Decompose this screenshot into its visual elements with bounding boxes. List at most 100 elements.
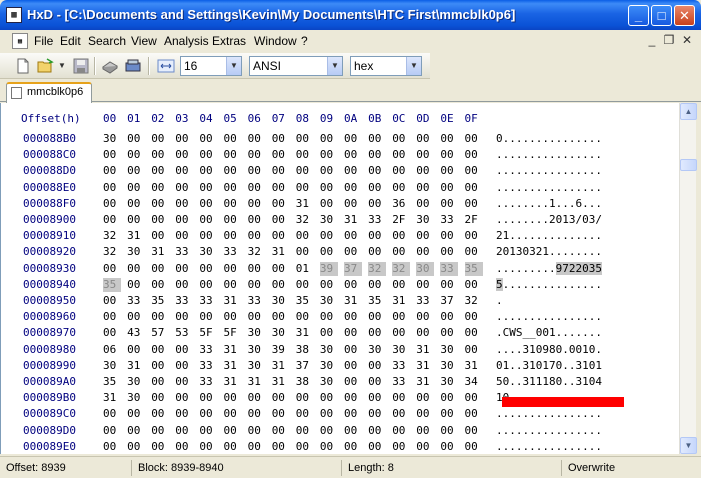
hex-byte[interactable]: 00: [368, 197, 386, 211]
hex-byte[interactable]: 33: [368, 213, 386, 227]
ascii-text[interactable]: ................: [496, 424, 602, 437]
hex-byte[interactable]: 00: [175, 164, 193, 178]
ascii-text[interactable]: 50..311180..3104: [496, 375, 602, 388]
ascii-text[interactable]: 20130321........: [496, 245, 602, 258]
hex-byte[interactable]: 00: [103, 262, 121, 276]
hex-byte[interactable]: 00: [320, 326, 338, 340]
hex-byte[interactable]: 37: [440, 294, 458, 308]
hex-byte[interactable]: 00: [224, 407, 242, 421]
hex-byte[interactable]: 00: [151, 164, 169, 178]
hex-byte[interactable]: 00: [127, 148, 145, 162]
hex-byte[interactable]: 43: [127, 326, 145, 340]
hex-byte[interactable]: 00: [151, 440, 169, 454]
hex-byte[interactable]: 00: [465, 407, 483, 421]
ascii-text[interactable]: .........9722035: [496, 261, 602, 275]
hex-byte[interactable]: 00: [344, 148, 362, 162]
hex-byte[interactable]: 00: [320, 424, 338, 438]
hex-byte[interactable]: 00: [392, 326, 410, 340]
hex-byte[interactable]: 35: [103, 375, 121, 389]
hex-byte[interactable]: 00: [199, 440, 217, 454]
hex-byte[interactable]: 00: [296, 229, 314, 243]
open-dropdown-arrow-icon[interactable]: ▼: [58, 61, 66, 70]
open-folder-icon[interactable]: [37, 57, 55, 75]
hex-byte[interactable]: 00: [272, 310, 290, 324]
hex-byte[interactable]: 00: [440, 278, 458, 292]
hex-byte[interactable]: 31: [103, 391, 121, 405]
hex-byte[interactable]: 00: [344, 326, 362, 340]
hex-byte[interactable]: 00: [392, 245, 410, 259]
mdi-close-button[interactable]: ✕: [680, 33, 694, 47]
hex-byte[interactable]: 32: [392, 261, 411, 276]
hex-byte[interactable]: 00: [151, 343, 169, 357]
hex-byte[interactable]: 33: [248, 294, 266, 308]
hex-byte[interactable]: 00: [344, 245, 362, 259]
hex-byte[interactable]: 00: [368, 407, 386, 421]
ascii-text[interactable]: ....310980.0010.: [496, 343, 602, 356]
hex-byte[interactable]: 00: [175, 278, 193, 292]
hex-byte[interactable]: 30: [248, 359, 266, 373]
hex-byte[interactable]: 00: [224, 132, 242, 146]
hex-byte[interactable]: 00: [465, 164, 483, 178]
scrollbar-thumb[interactable]: [680, 159, 697, 171]
hex-byte[interactable]: 00: [175, 359, 193, 373]
hex-byte[interactable]: 00: [320, 245, 338, 259]
ascii-text[interactable]: ................: [496, 407, 602, 420]
hex-byte[interactable]: 30: [392, 343, 410, 357]
hex-byte[interactable]: 00: [320, 181, 338, 195]
hex-byte[interactable]: 00: [465, 229, 483, 243]
hex-byte[interactable]: 00: [199, 278, 217, 292]
menu-edit[interactable]: Edit: [60, 34, 81, 48]
new-file-icon[interactable]: [14, 57, 32, 75]
hex-byte[interactable]: 2F: [465, 213, 483, 227]
hex-byte[interactable]: 00: [248, 213, 266, 227]
hex-byte[interactable]: 38: [296, 375, 314, 389]
ascii-text[interactable]: ........2013/03/: [496, 213, 602, 226]
hex-byte[interactable]: 31: [224, 294, 242, 308]
hex-byte[interactable]: 00: [320, 391, 338, 405]
hex-byte[interactable]: 00: [296, 245, 314, 259]
hex-byte[interactable]: 31: [127, 359, 145, 373]
hex-byte[interactable]: 00: [344, 375, 362, 389]
hex-byte[interactable]: 00: [224, 440, 242, 454]
hex-byte[interactable]: 00: [272, 424, 290, 438]
hex-byte[interactable]: 00: [175, 181, 193, 195]
hex-byte[interactable]: 33: [199, 343, 217, 357]
hex-byte[interactable]: 00: [175, 440, 193, 454]
hex-byte[interactable]: 33: [392, 359, 410, 373]
hex-byte[interactable]: 00: [103, 424, 121, 438]
hex-byte[interactable]: 37: [296, 359, 314, 373]
hex-byte[interactable]: 00: [272, 440, 290, 454]
ascii-text[interactable]: 21..............: [496, 229, 602, 242]
hex-byte[interactable]: 00: [248, 148, 266, 162]
hex-byte[interactable]: 00: [320, 164, 338, 178]
hex-byte[interactable]: 00: [127, 132, 145, 146]
hex-byte[interactable]: 00: [392, 164, 410, 178]
hex-byte[interactable]: 00: [320, 148, 338, 162]
hex-byte[interactable]: 00: [465, 197, 483, 211]
hex-byte[interactable]: 00: [344, 229, 362, 243]
hex-byte[interactable]: 00: [296, 148, 314, 162]
hex-byte[interactable]: 31: [344, 213, 362, 227]
hex-byte[interactable]: 00: [392, 229, 410, 243]
hex-byte[interactable]: 00: [103, 181, 121, 195]
hex-byte[interactable]: 31: [224, 375, 242, 389]
hex-byte[interactable]: 00: [175, 262, 193, 276]
hex-byte[interactable]: 35: [103, 277, 121, 292]
chevron-down-icon[interactable]: ▼: [406, 57, 421, 75]
hex-byte[interactable]: 00: [392, 278, 410, 292]
hex-byte[interactable]: 31: [416, 343, 434, 357]
hex-byte[interactable]: 33: [175, 245, 193, 259]
hex-byte[interactable]: 00: [175, 407, 193, 421]
hex-byte[interactable]: 00: [440, 424, 458, 438]
hex-editor-view[interactable]: Offset(h) 00 01 02 03 04 05 06 07 08 09 0A 0B 0C 0D 0E…: [0, 103, 679, 454]
hex-byte[interactable]: 32: [368, 261, 387, 276]
hex-byte[interactable]: 00: [440, 326, 458, 340]
hex-byte[interactable]: 31: [416, 359, 434, 373]
hex-byte[interactable]: 00: [344, 197, 362, 211]
hex-byte[interactable]: 2F: [392, 213, 410, 227]
hex-byte[interactable]: 35: [296, 294, 314, 308]
hex-byte[interactable]: 00: [296, 310, 314, 324]
hex-byte[interactable]: 00: [127, 343, 145, 357]
hex-byte[interactable]: 00: [272, 148, 290, 162]
hex-byte[interactable]: 00: [151, 197, 169, 211]
